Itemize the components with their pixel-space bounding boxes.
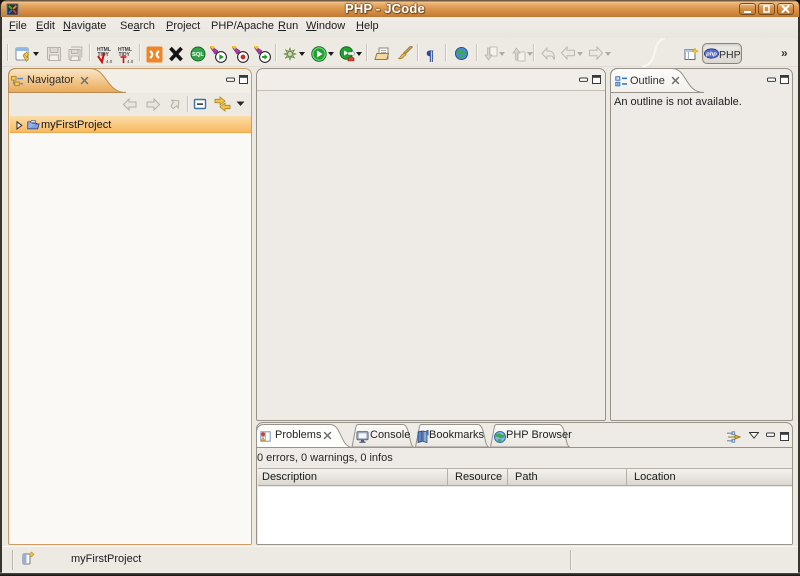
svg-text:SQL: SQL	[192, 52, 204, 58]
svg-text:php: php	[705, 52, 717, 58]
svg-text:¶: ¶	[426, 48, 434, 62]
svg-text:4.0: 4.0	[127, 59, 134, 64]
svg-text:4.0: 4.0	[106, 59, 113, 64]
